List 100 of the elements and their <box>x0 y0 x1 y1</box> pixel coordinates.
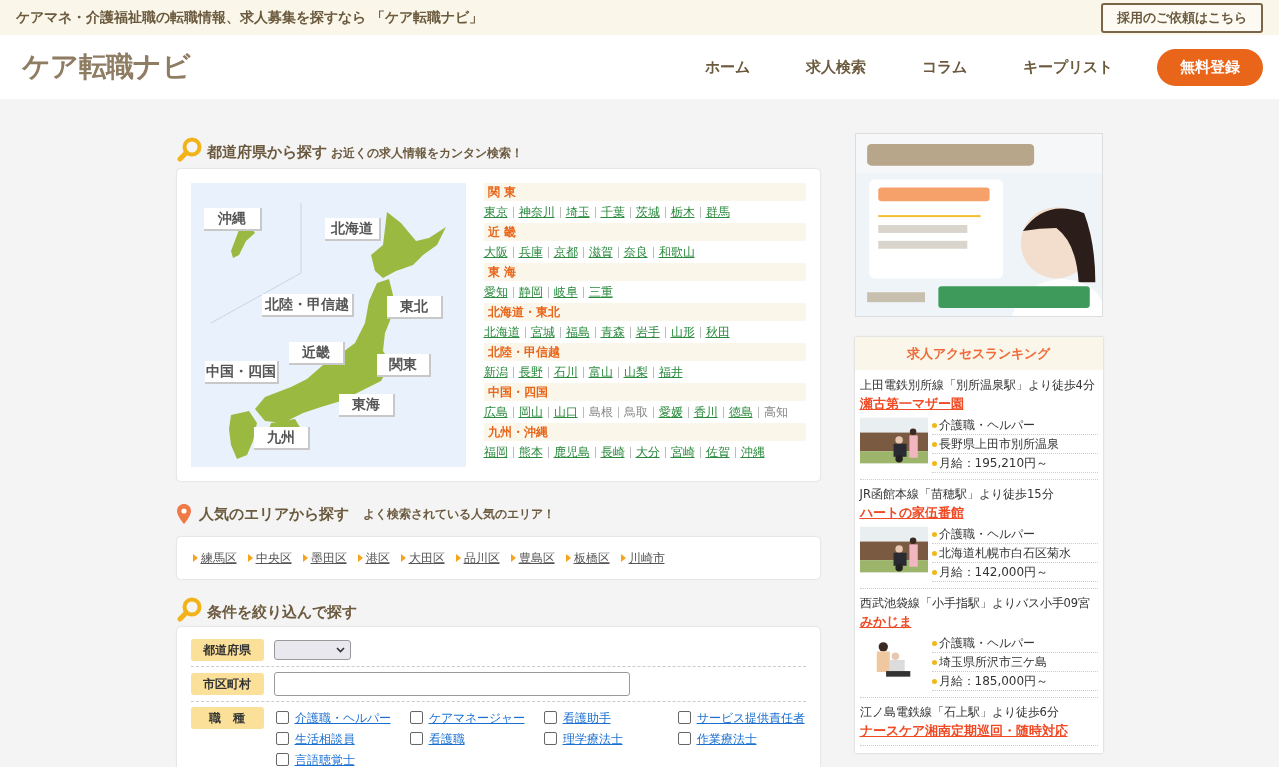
prefecture-link[interactable]: 茨城 <box>635 201 660 223</box>
triangle-bullet-icon <box>357 554 363 562</box>
map-region-label[interactable]: 九州 <box>253 427 310 450</box>
prefecture-link[interactable]: 徳島 <box>728 401 753 423</box>
prefecture-link[interactable]: 香川 <box>693 401 718 423</box>
facility-link[interactable]: ナースケア湘南定期巡回・随時対応 <box>859 722 1098 739</box>
prefecture-link[interactable]: 兵庫 <box>518 241 543 263</box>
job-type-link[interactable]: 理学療法士 <box>562 729 623 748</box>
station-access: JR函館本線「苗穂駅」より徒歩15分 <box>859 487 1055 502</box>
prefecture-link[interactable]: 滋賀 <box>588 241 613 263</box>
prefecture-link[interactable]: 長野 <box>518 361 543 383</box>
prefecture-link[interactable]: 栃木 <box>670 201 695 223</box>
prefecture-link[interactable]: 熊本 <box>518 441 543 463</box>
checkbox[interactable] <box>409 711 423 724</box>
prefecture-link[interactable]: 富山 <box>588 361 613 383</box>
map-region-label[interactable]: 北海道 <box>324 218 381 241</box>
prefecture-link[interactable]: 長崎 <box>600 441 625 463</box>
prefecture-link[interactable]: 石川 <box>553 361 578 383</box>
map-region-label[interactable]: 中国・四国 <box>204 361 279 384</box>
checkbox[interactable] <box>409 732 423 745</box>
prefecture-name: 島根 <box>588 404 613 421</box>
map-region-label[interactable]: 近畿 <box>288 342 345 365</box>
checkbox[interactable] <box>543 711 557 724</box>
area-link[interactable]: 練馬区 <box>200 549 237 567</box>
prefecture-link[interactable]: 山口 <box>553 401 578 423</box>
prefecture-link[interactable]: 大分 <box>635 441 660 463</box>
prefecture-link[interactable]: 新潟 <box>483 361 508 383</box>
checkbox[interactable] <box>677 732 691 745</box>
checkbox[interactable] <box>275 753 289 766</box>
job-type-link[interactable]: 看護助手 <box>562 708 611 727</box>
employer-request-button[interactable]: 採用のご依頼はこちら <box>1101 2 1263 33</box>
prefecture-link[interactable]: 和歌山 <box>658 241 695 263</box>
area-link[interactable]: 港区 <box>365 549 390 567</box>
area-link[interactable]: 大田区 <box>408 549 445 567</box>
prefecture-link[interactable]: 鹿児島 <box>553 441 590 463</box>
area-link[interactable]: 豊島区 <box>518 549 555 567</box>
section-subtitle: お近くの求人情報をカンタン検索！ <box>330 145 523 162</box>
map-region-label[interactable]: 北陸・甲信越 <box>261 294 354 317</box>
prefecture-link[interactable]: 三重 <box>588 281 613 303</box>
prefecture-link[interactable]: 佐賀 <box>705 441 730 463</box>
prefecture-link[interactable]: 宮崎 <box>670 441 695 463</box>
city-input-field[interactable] <box>273 672 630 696</box>
prefecture-link[interactable]: 岐阜 <box>553 281 578 303</box>
job-type-link[interactable]: サービス提供責任者 <box>696 708 805 727</box>
prefecture-link[interactable]: 岩手 <box>635 321 660 343</box>
register-button[interactable]: 無料登録 <box>1157 48 1263 86</box>
prefecture-link[interactable]: 静岡 <box>518 281 543 303</box>
area-link[interactable]: 品川区 <box>463 549 500 567</box>
nav-link[interactable]: コラム <box>894 55 995 79</box>
job-type-link[interactable]: 看護職 <box>428 729 465 748</box>
map-region-label[interactable]: 東海 <box>338 394 395 417</box>
prefecture-link[interactable]: 山形 <box>670 321 695 343</box>
map-region-label[interactable]: 東北 <box>386 296 443 319</box>
magnifier-icon <box>176 597 203 623</box>
area-link[interactable]: 中央区 <box>255 549 292 567</box>
prefecture-link[interactable]: 千葉 <box>600 201 625 223</box>
checkbox[interactable] <box>543 732 557 745</box>
map-region-label[interactable]: 沖縄 <box>203 208 262 231</box>
prefecture-link[interactable]: 広島 <box>483 401 508 423</box>
area-link[interactable]: 板橋区 <box>573 549 610 567</box>
prefecture-link[interactable]: 京都 <box>553 241 578 263</box>
area-link[interactable]: 墨田区 <box>310 549 347 567</box>
nav-link[interactable]: ホーム <box>677 55 778 79</box>
prefecture-link[interactable]: 福島 <box>565 321 590 343</box>
job-detail: 北海道札幌市白石区菊水 <box>938 545 1071 562</box>
job-type-link[interactable]: 介護職・ヘルパー <box>294 708 391 727</box>
prefecture-link[interactable]: 東京 <box>483 201 508 223</box>
checkbox[interactable] <box>677 711 691 724</box>
prefecture-link[interactable]: 愛媛 <box>658 401 683 423</box>
prefecture-link[interactable]: 秋田 <box>705 321 730 343</box>
prefecture-link[interactable]: 青森 <box>600 321 625 343</box>
nav-link[interactable]: キープリスト <box>995 55 1141 79</box>
prefecture-link[interactable]: 大阪 <box>483 241 508 263</box>
job-type-link[interactable]: ケアマネージャー <box>428 708 525 727</box>
area-link[interactable]: 川崎市 <box>628 549 665 567</box>
checkbox[interactable] <box>275 732 289 745</box>
prefecture-link[interactable]: 群馬 <box>705 201 730 223</box>
site-logo[interactable]: ケア転職ナビ <box>22 46 190 88</box>
prefecture-link[interactable]: 山梨 <box>623 361 648 383</box>
prefecture-link[interactable]: 神奈川 <box>518 201 555 223</box>
prefecture-link[interactable]: 北海道 <box>483 321 520 343</box>
prefecture-link[interactable]: 埼玉 <box>565 201 590 223</box>
prefecture-link[interactable]: 宮城 <box>530 321 555 343</box>
facility-link[interactable]: みかじま <box>859 613 1098 630</box>
job-detail: 月給：195,210円～ <box>938 455 1049 472</box>
station-access: 江ノ島電鉄線「石上駅」より徒歩6分 <box>859 705 1060 720</box>
prefecture-link[interactable]: 沖縄 <box>740 441 765 463</box>
job-type-link[interactable]: 生活相談員 <box>294 729 355 748</box>
nav-link[interactable]: 求人検索 <box>778 55 894 79</box>
prefecture-link[interactable]: 奈良 <box>623 241 648 263</box>
job-type-link[interactable]: 作業療法士 <box>696 729 757 748</box>
map-region-label[interactable]: 関東 <box>376 354 431 377</box>
prefecture-link[interactable]: 愛知 <box>483 281 508 303</box>
facility-link[interactable]: ハートの家伍番館 <box>859 504 1098 521</box>
prefecture-link[interactable]: 岡山 <box>518 401 543 423</box>
checkbox[interactable] <box>275 711 289 724</box>
prefecture-link[interactable]: 福井 <box>658 361 683 383</box>
prefecture-link[interactable]: 福岡 <box>483 441 508 463</box>
job-type-link[interactable]: 言語聴覚士 <box>294 750 355 767</box>
facility-link[interactable]: 瀬古第一マザー園 <box>859 395 1098 412</box>
